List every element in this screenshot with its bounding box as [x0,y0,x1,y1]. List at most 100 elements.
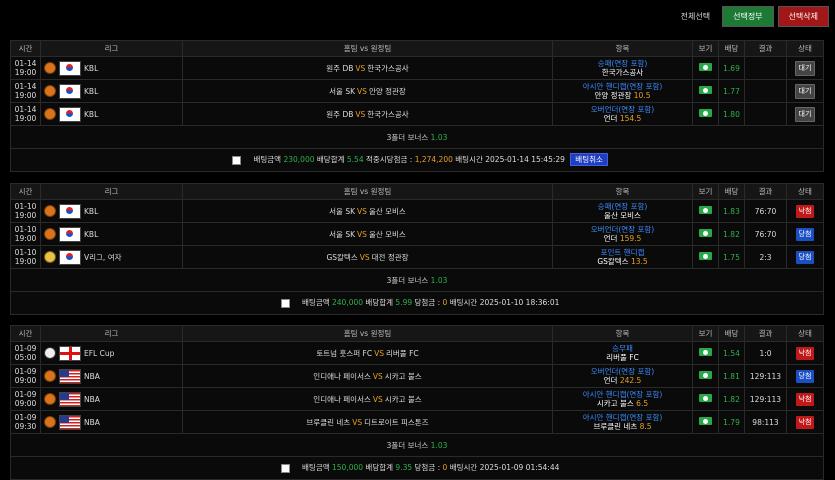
bet-type: 포인트 핸디캡 [600,248,645,257]
header-time: 시간 [10,40,41,57]
view-eye-icon[interactable] [699,394,712,402]
korea-flag-icon [59,83,81,99]
home-team: GS칼텍스 [326,252,358,262]
basketball-icon [44,393,56,405]
status-badge: 대기 [794,83,816,99]
table-row: 01-09 09:30 NBA 브루클린 네츠 VS 디트로이트 피스톤즈 아시안 핸… [10,410,824,434]
odds-value: 1.79 [718,410,745,434]
bet-slip: 시간 리그 홈팀 vs 원정팀 항목 보기 배당 결과 상태 01-09 05:00 EFL C… [10,325,824,480]
status-badge: 대기 [794,106,816,122]
status-badge: 낙첨 [795,392,815,406]
bet-pick: 울산 모비스 [604,211,641,220]
delete-selected-button[interactable]: 선택정부 [722,6,774,27]
basketball-icon [44,108,56,120]
league-name: NBA [84,417,100,427]
home-team: 원주 DB [326,109,354,119]
view-eye-icon[interactable] [699,206,712,214]
match-teams: 서울 SK VS 안양 정관장 [182,79,553,103]
match-result: 2:3 [744,245,787,269]
basketball-icon [44,85,56,97]
match-time: 01-14 19:00 [10,56,41,80]
match-result [744,56,787,80]
away-team: 울산 모비스 [368,229,406,239]
view-eye-icon[interactable] [699,371,712,379]
bet-pick: GS칼텍스 [597,257,629,266]
view-eye-icon[interactable] [699,417,712,425]
view-eye-icon[interactable] [699,86,712,94]
table-row: 01-10 19:00 KBL 서울 SK VS 울산 모비스 승패(연장 포함) 울산… [10,199,824,223]
bet-pick: 언더 [603,114,618,123]
match-teams: 인디애나 페이서스 VS 시카고 불스 [182,387,553,411]
folder-bonus-row: 3폴더 보너스 1.03 [10,433,824,457]
odds-value: 1.83 [718,199,745,223]
table-row: 01-14 19:00 KBL 서울 SK VS 안양 정관장 아시안 핸디캡(연장 … [10,79,824,103]
league-name: KBL [84,109,99,119]
odds-value: 1.77 [718,79,745,103]
usa-flag-icon [59,391,81,407]
header-view: 보기 [692,325,719,342]
match-result: 76:70 [744,199,787,223]
cancel-bet-button[interactable]: 배팅취소 [570,153,608,167]
header-result: 결과 [744,325,787,342]
league-name: V리그, 여자 [84,252,122,262]
view-eye-icon[interactable] [699,109,712,117]
match-result [744,79,787,103]
bet-pick: 안양 정관장 [594,91,632,100]
header-match: 홈팀 vs 원정팀 [182,325,553,342]
match-result: 76:70 [744,222,787,246]
bet-type: 아시안 핸디캡(연장 포함) [582,390,663,399]
league-name: NBA [84,394,100,404]
select-checkbox[interactable] [280,298,290,308]
away-team: 디트로이트 피스톤즈 [364,417,429,427]
odds-value: 1.82 [718,222,745,246]
bet-item: 승패(연장 포함) 울산 모비스 [552,199,693,223]
select-checkbox[interactable] [280,463,290,473]
basketball-icon [44,62,56,74]
bet-line: 6.5 [636,399,649,408]
table-row: 01-10 19:00 V리그, 여자 GS칼텍스 VS 대전 정관장 포인트 핸디캡… [10,245,824,269]
bet-line: 154.5 [619,114,642,123]
match-time: 01-10 19:00 [10,222,41,246]
table-row: 01-09 05:00 EFL Cup 토트넘 훗스퍼 FC VS 리버풀 FC 승무… [10,341,824,365]
status-badge: 당첨 [795,227,815,241]
volleyball-icon [44,251,56,263]
folder-bonus-row: 3폴더 보너스 1.03 [10,125,824,149]
view-eye-icon[interactable] [699,252,712,260]
view-eye-icon[interactable] [699,348,712,356]
odds-value: 1.69 [718,56,745,80]
home-team: 서울 SK [329,86,356,96]
status-badge: 낙첨 [795,346,815,360]
match-time: 01-09 09:00 [10,364,41,388]
bet-pick: 리버풀 FC [606,353,639,362]
bet-item: 포인트 핸디캡 GS칼텍스 13.5 [552,245,693,269]
league-name: NBA [84,371,100,381]
table-header: 시간 리그 홈팀 vs 원정팀 항목 보기 배당 결과 상태 [10,40,824,57]
bet-time: 2025-01-14 15:45:29 [485,155,565,165]
match-result: 129:113 [744,364,787,388]
header-odds: 배당 [718,40,745,57]
bet-line: 10.5 [633,91,651,100]
select-checkbox[interactable] [232,155,242,165]
folder-bonus-row: 3폴더 보너스 1.03 [10,268,824,292]
bet-item: 오버언더(연장 포함) 언더 242.5 [552,364,693,388]
cancel-selected-button[interactable]: 선택삭제 [777,6,829,27]
bet-type: 아시안 핸디캡(연장 포함) [582,82,663,91]
soccer-ball-icon [44,347,56,359]
match-teams: 토트넘 훗스퍼 FC VS 리버풀 FC [182,341,553,365]
view-eye-icon[interactable] [699,229,712,237]
view-eye-icon[interactable] [699,63,712,71]
away-team: 시카고 불스 [384,394,422,404]
header-status: 상태 [786,40,824,57]
header-match: 홈팀 vs 원정팀 [182,183,553,200]
header-status: 상태 [786,183,824,200]
table-header: 시간 리그 홈팀 vs 원정팀 항목 보기 배당 결과 상태 [10,183,824,200]
header-time: 시간 [10,183,41,200]
bet-item: 아시안 핸디캡(연장 포함) 안양 정관장 10.5 [552,79,693,103]
bet-item: 승무패 리버풀 FC [552,341,693,365]
korea-flag-icon [59,60,81,76]
odds-value: 1.82 [718,387,745,411]
bet-item: 오버언더(연장 포함) 언더 159.5 [552,222,693,246]
odds-value: 1.81 [718,364,745,388]
match-time: 01-09 09:00 [10,387,41,411]
select-all-link[interactable]: 전체선택 [681,11,710,22]
